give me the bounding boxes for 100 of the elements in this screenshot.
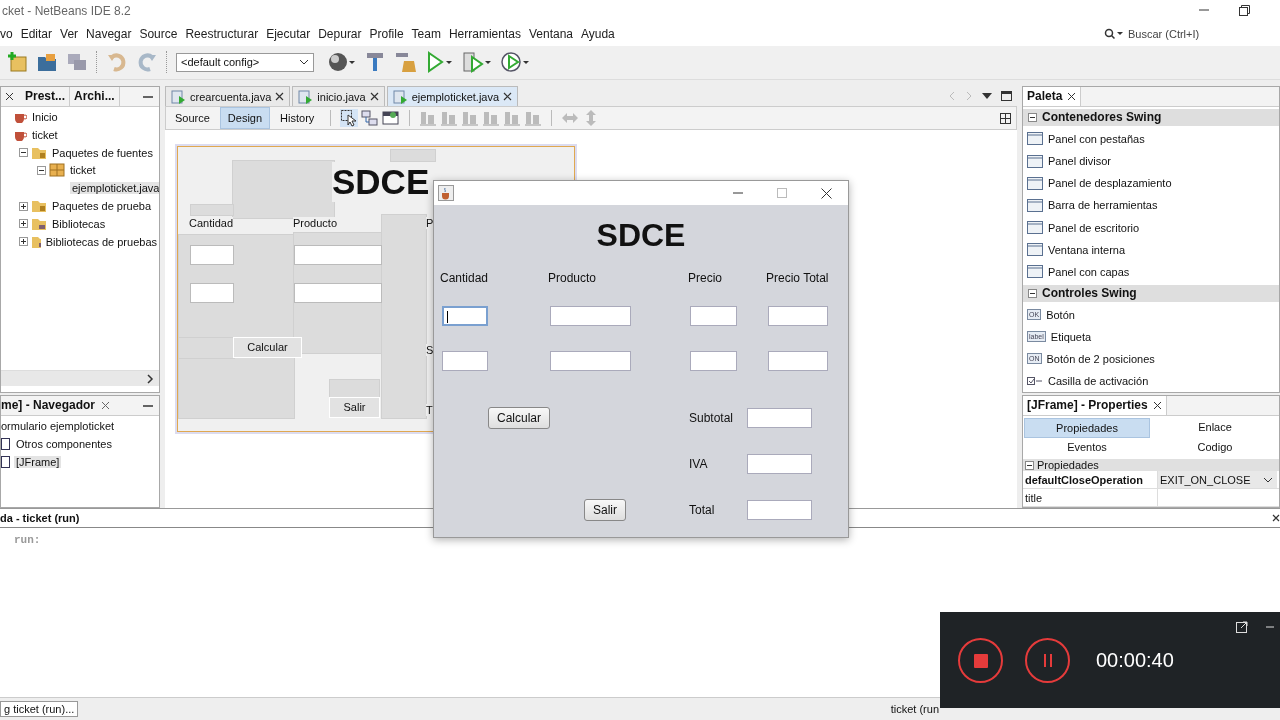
text-field[interactable] bbox=[747, 408, 812, 428]
broom-icon[interactable] bbox=[394, 51, 418, 74]
text-field[interactable] bbox=[768, 306, 828, 326]
palette-item[interactable]: Etiqueta bbox=[1050, 330, 1092, 343]
text-field[interactable] bbox=[442, 351, 488, 371]
expander-icon[interactable] bbox=[37, 165, 46, 175]
restore-icon[interactable] bbox=[1239, 5, 1250, 17]
panel-tab[interactable]: Archi... bbox=[70, 87, 120, 107]
selection-mode-icon[interactable] bbox=[340, 109, 359, 128]
menu-item[interactable]: Navegar bbox=[82, 26, 136, 41]
tree-item[interactable]: Paquetes de prueba bbox=[50, 200, 154, 213]
close-icon[interactable] bbox=[1152, 401, 1162, 411]
close-icon[interactable] bbox=[5, 92, 14, 102]
expander-icon[interactable] bbox=[19, 237, 28, 247]
panel-tab[interactable]: Prest... bbox=[21, 87, 71, 107]
file-tab[interactable]: ejemploticket.java bbox=[386, 86, 519, 107]
menu-item[interactable]: Source bbox=[135, 26, 182, 41]
new-file-icon[interactable] bbox=[6, 51, 28, 74]
tree-item[interactable]: Bibliotecas de pruebas bbox=[43, 235, 159, 248]
profile-icon[interactable] bbox=[500, 51, 530, 74]
tree-item[interactable]: Paquetes de fuentes bbox=[50, 146, 155, 159]
hammer-icon[interactable] bbox=[364, 51, 386, 74]
properties-tab[interactable]: Propiedades bbox=[1024, 418, 1150, 439]
expander-icon[interactable] bbox=[19, 201, 28, 211]
palette-item[interactable]: Panel con pestañas bbox=[1048, 132, 1145, 145]
text-field[interactable] bbox=[690, 306, 737, 326]
close-icon[interactable] bbox=[503, 92, 513, 102]
menu-item[interactable]: Team bbox=[407, 26, 445, 41]
palette-item[interactable]: Panel divisor bbox=[1048, 155, 1111, 168]
text-field[interactable] bbox=[442, 306, 488, 326]
properties-tab[interactable]: Enlace bbox=[1152, 418, 1278, 437]
section-header[interactable]: Propiedades bbox=[1023, 459, 1279, 472]
palette-item[interactable]: Ventana interna bbox=[1048, 243, 1126, 256]
palette-item[interactable]: Panel de escritorio bbox=[1048, 221, 1140, 234]
text-field[interactable] bbox=[550, 306, 631, 326]
tree-item[interactable]: Inicio bbox=[30, 111, 60, 124]
preview-icon[interactable] bbox=[382, 109, 401, 128]
file-tab[interactable]: crearcuenta.java bbox=[165, 86, 291, 107]
run-icon[interactable] bbox=[426, 51, 454, 74]
expander-icon[interactable] bbox=[19, 148, 28, 158]
text-field[interactable] bbox=[768, 351, 828, 371]
palette-category[interactable]: Contenedores Swing bbox=[1023, 109, 1279, 126]
calculate-button[interactable]: Calcular bbox=[488, 407, 550, 429]
debug-icon[interactable] bbox=[462, 51, 492, 74]
text-field[interactable] bbox=[747, 500, 812, 520]
expander-icon[interactable] bbox=[19, 219, 28, 229]
exit-button[interactable]: Salir bbox=[584, 499, 626, 521]
tree-item[interactable]: ticket bbox=[68, 164, 98, 177]
tree-item[interactable]: ormulario ejemploticket bbox=[1, 420, 117, 433]
close-icon[interactable] bbox=[1272, 514, 1280, 523]
palette-item[interactable]: Botón bbox=[1046, 308, 1075, 321]
text-field[interactable] bbox=[747, 454, 812, 474]
menu-item[interactable]: Editar bbox=[16, 26, 57, 41]
text-field[interactable] bbox=[550, 351, 631, 371]
menu-item[interactable]: Ver bbox=[56, 26, 83, 41]
minimize-icon[interactable] bbox=[1266, 623, 1274, 631]
palette-item[interactable]: Panel con capas bbox=[1048, 265, 1130, 278]
popout-icon[interactable] bbox=[1236, 621, 1248, 633]
tree-item[interactable]: [JFrame] bbox=[14, 455, 62, 468]
menu-item[interactable]: Herramientas bbox=[444, 26, 525, 41]
maximize-icon[interactable] bbox=[1001, 91, 1012, 102]
tree-item[interactable]: ejemploticket.java bbox=[70, 182, 159, 195]
dropdown-icon[interactable] bbox=[982, 92, 992, 101]
view-tab[interactable]: History bbox=[273, 108, 322, 129]
menu-item[interactable]: vo bbox=[0, 26, 17, 41]
menu-item[interactable]: Profile bbox=[365, 26, 408, 41]
close-icon[interactable] bbox=[1067, 92, 1077, 102]
palette-item[interactable]: Panel de desplazamiento bbox=[1048, 177, 1172, 190]
panel-tab[interactable]: [JFrame] - Properties bbox=[1023, 396, 1167, 416]
connection-mode-icon[interactable] bbox=[361, 109, 380, 128]
pause-button[interactable] bbox=[1025, 638, 1070, 683]
text-field[interactable] bbox=[690, 351, 737, 371]
tree-item[interactable]: ticket bbox=[30, 128, 60, 141]
panel-tab[interactable]: Paleta bbox=[1023, 87, 1082, 107]
palette-item[interactable]: Casilla de activación bbox=[1048, 375, 1149, 388]
properties-tab[interactable]: Codigo bbox=[1152, 438, 1278, 457]
close-icon[interactable] bbox=[821, 187, 832, 199]
tree-item[interactable]: Otros componentes bbox=[14, 437, 114, 450]
menu-item[interactable]: Depurar bbox=[314, 26, 366, 41]
collapse-icon[interactable] bbox=[1028, 288, 1037, 298]
palette-item[interactable]: Barra de herramientas bbox=[1048, 199, 1158, 212]
scroll-right-icon[interactable] bbox=[146, 373, 154, 384]
scroll-bar[interactable] bbox=[1, 370, 159, 387]
close-icon[interactable] bbox=[275, 92, 285, 102]
open-folder-icon[interactable] bbox=[36, 51, 58, 74]
view-tab[interactable]: Source bbox=[168, 108, 217, 129]
properties-tab[interactable]: Eventos bbox=[1024, 438, 1150, 457]
menu-item[interactable]: Ventana bbox=[524, 26, 577, 41]
close-icon[interactable] bbox=[369, 92, 379, 102]
tree-item[interactable]: Bibliotecas bbox=[50, 217, 108, 230]
menu-item[interactable]: Ejecutar bbox=[262, 26, 315, 41]
palette-item[interactable]: Botón de 2 posiciones bbox=[1046, 352, 1155, 365]
view-tab[interactable]: Design bbox=[219, 107, 271, 130]
property-dropdown[interactable]: EXIT_ON_CLOSE bbox=[1157, 471, 1277, 489]
menu-item[interactable]: Ayuda bbox=[577, 26, 619, 41]
stop-button[interactable] bbox=[958, 638, 1003, 683]
grid-icon[interactable] bbox=[1000, 112, 1011, 124]
config-dropdown[interactable]: <default config> bbox=[176, 52, 314, 72]
file-tab[interactable]: inicio.java bbox=[292, 86, 385, 107]
collapse-icon[interactable] bbox=[1028, 113, 1037, 122]
